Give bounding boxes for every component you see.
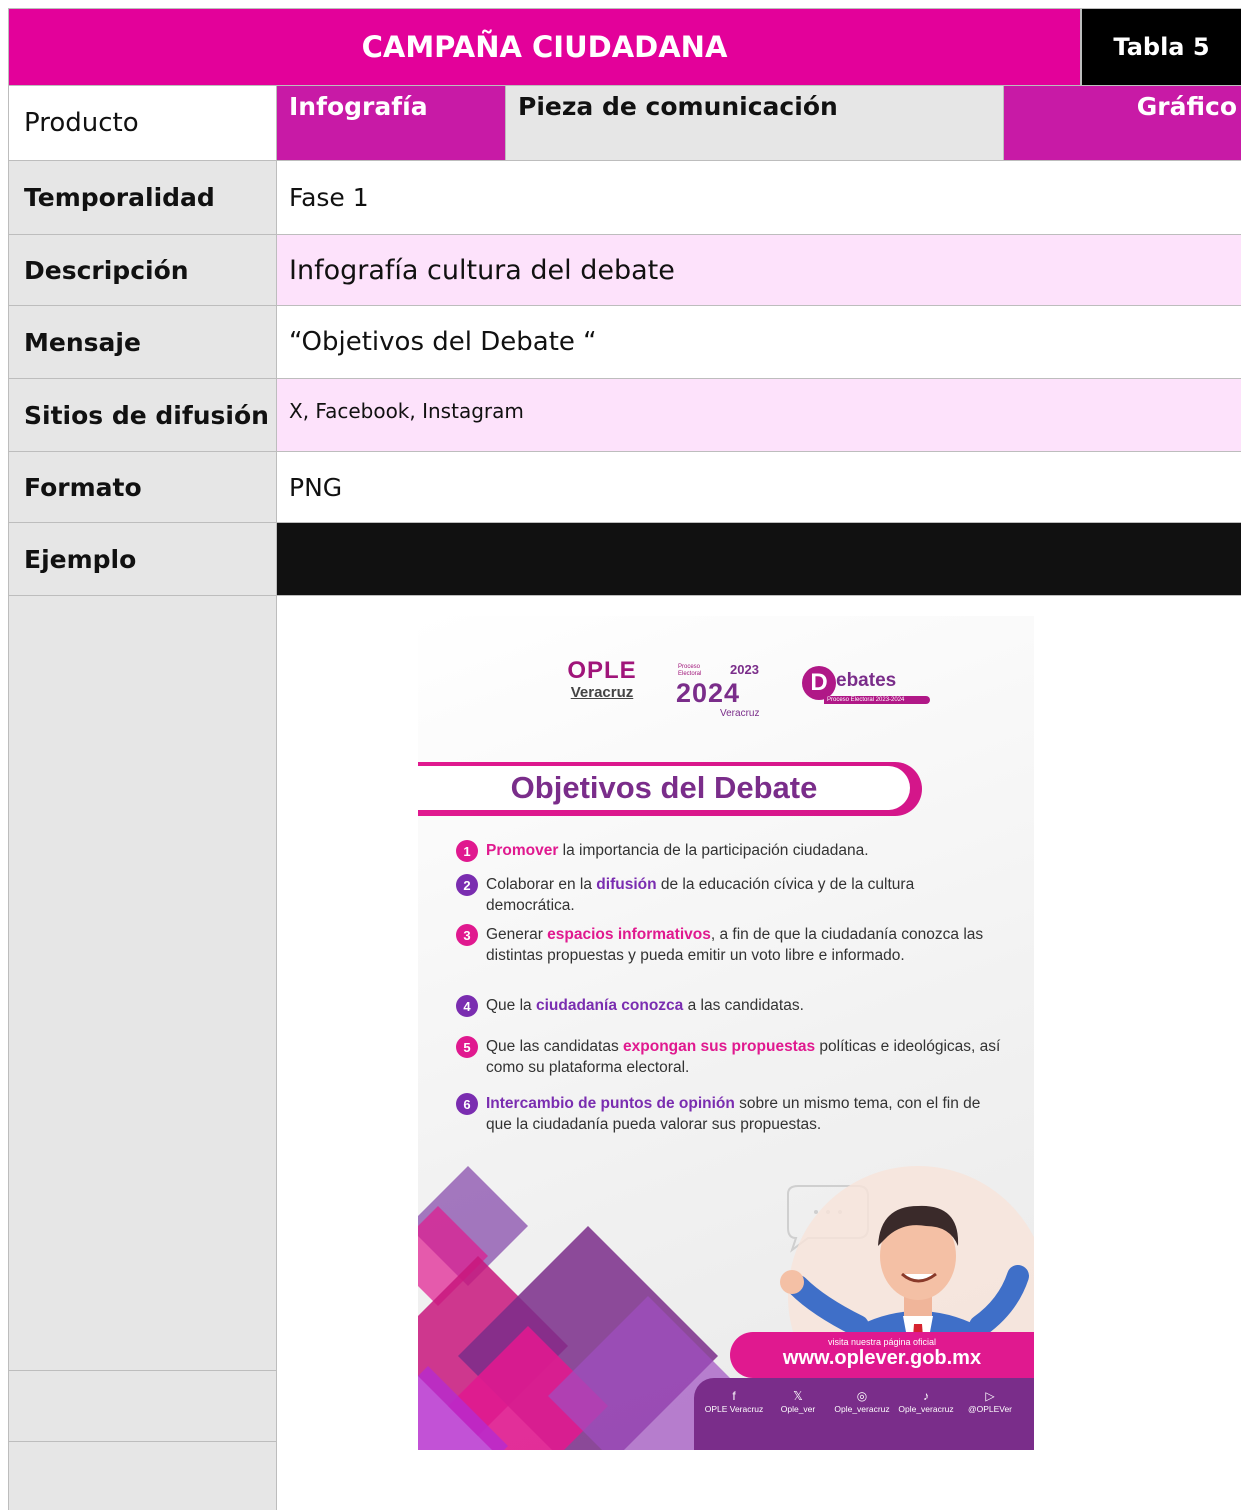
objective-number-badge: 1 bbox=[456, 840, 478, 862]
objective-highlight: difusión bbox=[596, 876, 657, 893]
objective-number-badge: 3 bbox=[456, 924, 478, 946]
infographic-title-banner-inner: Objetivos del Debate bbox=[418, 766, 910, 810]
objective-number-badge: 5 bbox=[456, 1036, 478, 1058]
empty-cell bbox=[9, 1442, 276, 1510]
ople-logo: OPLE Veracruz bbox=[567, 657, 637, 702]
producto-option-grafico: Gráfico bbox=[1004, 86, 1241, 160]
objective-item: 4 Que la ciudadanía conozca a las candida… bbox=[456, 995, 1006, 1017]
social-link[interactable]: ♪ Ople_veracruz bbox=[896, 1388, 956, 1414]
youtube-icon: ▷ bbox=[985, 1389, 995, 1403]
descripcion-label: Descripción bbox=[9, 235, 276, 305]
x-icon: 𝕏 bbox=[793, 1389, 803, 1403]
objective-highlight: expongan sus propuestas bbox=[623, 1038, 816, 1055]
social-links: f OPLE Veracruz 𝕏 Ople_ver ◎ Ople_veracruz ♪ Op… bbox=[704, 1388, 1034, 1438]
header-title-cell: CAMPAÑA CIUDADANA bbox=[9, 9, 1080, 85]
descripcion-value: Infografía cultura del debate bbox=[277, 235, 1241, 305]
objective-highlight: Promover bbox=[486, 842, 559, 859]
social-link[interactable]: ◎ Ople_veracruz bbox=[832, 1388, 892, 1414]
table-label-cell: Tabla 5 bbox=[1082, 9, 1241, 85]
social-link[interactable]: f OPLE Veracruz bbox=[704, 1388, 764, 1414]
proceso-electoral-logo: Proceso Electoral 2023 2024 Veracruz bbox=[676, 662, 760, 719]
social-handle: OPLE Veracruz bbox=[704, 1404, 764, 1414]
instagram-icon: ◎ bbox=[856, 1389, 868, 1403]
table-label: Tabla 5 bbox=[1113, 33, 1210, 61]
debates-logo: D ebates Proceso Electoral 2023-2024 bbox=[802, 666, 932, 714]
objective-number-badge: 6 bbox=[456, 1093, 478, 1115]
objective-number-badge: 4 bbox=[456, 995, 478, 1017]
social-link[interactable]: ▷ @OPLEVer bbox=[960, 1388, 1020, 1414]
page-title: CAMPAÑA CIUDADANA bbox=[361, 30, 728, 64]
empty-cell bbox=[9, 1371, 276, 1441]
mensaje-value: “Objetivos del Debate “ bbox=[277, 306, 1241, 378]
objective-item: 6 Intercambio de puntos de opinión sobre … bbox=[456, 1093, 1006, 1135]
facebook-icon: f bbox=[732, 1389, 736, 1403]
objective-highlight: espacios informativos bbox=[547, 926, 711, 943]
objective-text: Generar bbox=[486, 926, 548, 943]
objective-text: la importancia de la participación ciuda… bbox=[558, 842, 869, 859]
objective-highlight: ciudadanía conozca bbox=[535, 997, 684, 1014]
objective-text: Que la bbox=[486, 997, 536, 1014]
temporalidad-label: Temporalidad bbox=[9, 161, 276, 234]
formato-label: Formato bbox=[9, 452, 276, 522]
ejemplo-header-bar bbox=[277, 523, 1241, 595]
sitios-value: X, Facebook, Instagram bbox=[277, 379, 1241, 451]
social-handle: Ople_veracruz bbox=[898, 1404, 954, 1414]
producto-option-infografia: Infografía bbox=[277, 86, 505, 160]
footer-url-banner: visita nuestra página oficial www.opleve… bbox=[730, 1332, 1034, 1378]
footer-social-bar: f OPLE Veracruz 𝕏 Ople_ver ◎ Ople_veracruz ♪ Op… bbox=[694, 1378, 1034, 1450]
objective-item: 3 Generar espacios informativos, a fin de… bbox=[456, 924, 1006, 966]
objective-text: Colaborar en la bbox=[486, 876, 597, 893]
objective-text: a las candidatas. bbox=[683, 997, 804, 1014]
objective-item: 5 Que las candidatas expongan sus propues… bbox=[456, 1036, 1006, 1078]
objective-item: 1 Promover la importancia de la participa… bbox=[456, 840, 1006, 862]
social-handle: Ople_ver bbox=[780, 1404, 816, 1414]
sitios-label: Sitios de difusión bbox=[9, 379, 276, 451]
mensaje-label: Mensaje bbox=[9, 306, 276, 378]
objective-text: Que las candidatas bbox=[486, 1038, 624, 1055]
social-link[interactable]: 𝕏 Ople_ver bbox=[768, 1388, 828, 1414]
empty-cell bbox=[9, 596, 276, 1370]
temporalidad-value: Fase 1 bbox=[277, 161, 1241, 234]
objective-number-badge: 2 bbox=[456, 874, 478, 896]
ejemplo-label: Ejemplo bbox=[9, 523, 276, 595]
formato-value: PNG bbox=[277, 452, 1241, 522]
infographic-image: OPLE Veracruz Proceso Electoral 2023 202… bbox=[418, 616, 1034, 1450]
objective-item: 2 Colaborar en la difusión de la educació… bbox=[456, 874, 1006, 916]
social-handle: @OPLEVer bbox=[967, 1404, 1013, 1414]
producto-option-pieza: Pieza de comunicación bbox=[506, 86, 1003, 160]
tiktok-icon: ♪ bbox=[923, 1389, 929, 1403]
producto-label: Producto bbox=[9, 86, 276, 160]
social-handle: Ople_veracruz bbox=[834, 1404, 890, 1414]
objective-highlight: Intercambio de puntos de opinión bbox=[486, 1095, 735, 1112]
